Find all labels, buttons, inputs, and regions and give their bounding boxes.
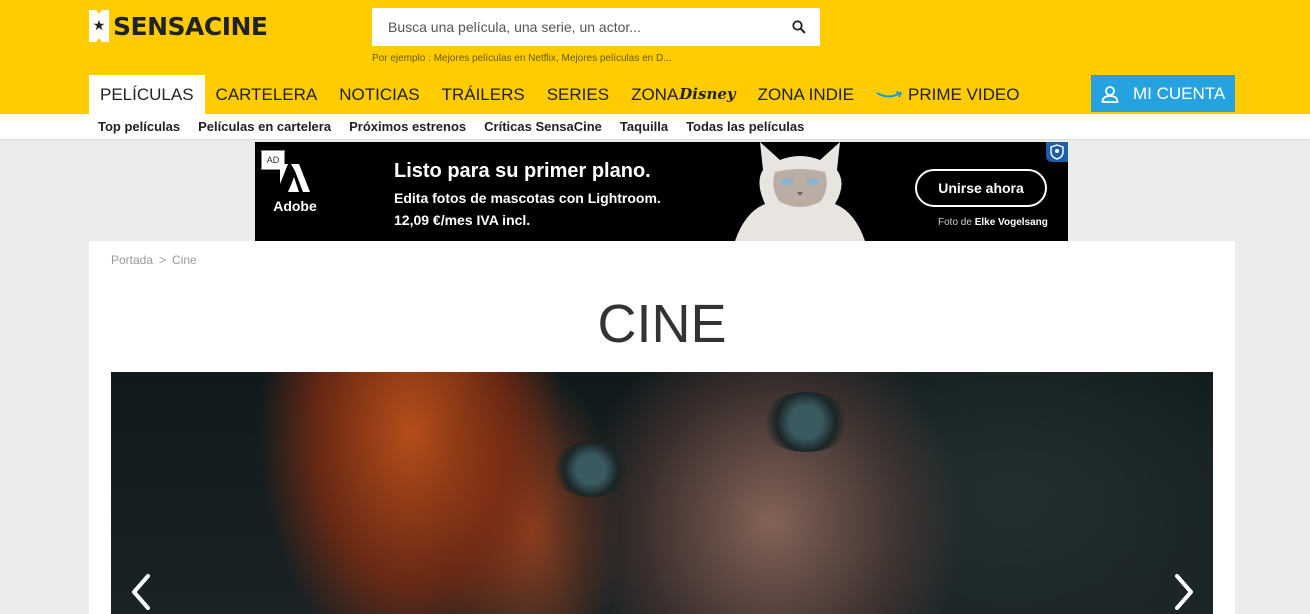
ticket-icon: ★ <box>89 10 109 42</box>
nav-item-zona-disney[interactable]: ZONA Disney <box>620 75 747 114</box>
main-content: Portada > Cine CINE <box>89 241 1235 614</box>
breadcrumb-current: Cine <box>172 253 197 267</box>
nav-item-cartelera[interactable]: CARTELERA <box>205 75 329 114</box>
nav-item-series[interactable]: SERIES <box>536 75 620 114</box>
search-input[interactable] <box>372 8 782 46</box>
nav-label: ZONA <box>631 85 679 104</box>
amazon-smile-icon <box>876 90 902 97</box>
hero-image-detail <box>761 392 851 452</box>
hero-carousel[interactable] <box>111 372 1213 614</box>
nav-label: ZONA INDIE <box>757 85 854 104</box>
disney-logo: Disney <box>679 85 736 103</box>
chevron-left-icon[interactable] <box>126 572 156 612</box>
nav-item-trailers[interactable]: TRÁILERS <box>431 75 536 114</box>
ad-brand: Adobe <box>273 198 317 214</box>
nav-label: SERIES <box>546 85 610 104</box>
ad-banner[interactable]: AD Adobe Listo para su primer plano. Edi… <box>255 142 1068 241</box>
subnav-proximos-estrenos[interactable]: Próximos estrenos <box>340 114 475 140</box>
adobe-logo: Adobe <box>271 164 319 214</box>
chevron-right-icon[interactable] <box>1169 572 1199 612</box>
nav-item-peliculas[interactable]: PELÍCULAS <box>89 75 205 114</box>
site-header: ★ SENSACINE Por ejemplo : Mejores pelícu… <box>0 0 1310 114</box>
nav-label: TRÁILERS <box>441 85 525 104</box>
subnav-taquilla[interactable]: Taquilla <box>611 114 677 140</box>
account-label: MI CUENTA <box>1133 83 1226 103</box>
hero-image-detail <box>551 442 631 497</box>
subnav-todas[interactable]: Todas las películas <box>677 114 813 140</box>
nav-label: CARTELERA <box>215 85 318 104</box>
user-icon <box>1101 85 1119 103</box>
subnav-criticas[interactable]: Críticas SensaCine <box>475 114 611 140</box>
ad-line-2: 12,09 €/mes IVA incl. <box>394 212 531 228</box>
breadcrumb-home[interactable]: Portada <box>111 253 153 267</box>
nav-item-noticias[interactable]: NOTICIAS <box>328 75 430 114</box>
nav-label: PELÍCULAS <box>100 85 194 104</box>
ad-line-1: Edita fotos de mascotas con Lightroom. <box>394 190 661 206</box>
adobe-icon <box>280 164 310 192</box>
breadcrumb-separator: > <box>159 253 167 267</box>
cat-photo <box>735 142 865 241</box>
sub-nav: Top películas Películas en cartelera Pró… <box>0 114 1310 140</box>
ad-photo-credit: Foto de Elke Vogelsang <box>938 217 1048 228</box>
nav-label: PRIME VIDEO <box>907 85 1020 104</box>
search-icon[interactable] <box>792 20 806 34</box>
subnav-top-peliculas[interactable]: Top películas <box>89 114 189 140</box>
hero-image <box>111 372 1213 614</box>
sensacine-logo[interactable]: ★ SENSACINE <box>89 9 268 43</box>
search-box <box>372 8 820 46</box>
ad-headline: Listo para su primer plano. <box>394 160 651 182</box>
nav-item-prime-video[interactable]: PRIME VIDEO <box>865 75 1030 114</box>
search-hint: Por ejemplo : Mejores películas en Netfl… <box>372 53 672 64</box>
ad-privacy-icon[interactable] <box>1046 142 1068 162</box>
my-account-button[interactable]: MI CUENTA <box>1091 75 1235 112</box>
ad-cta-button[interactable]: Unirse ahora <box>915 169 1047 207</box>
main-nav: PELÍCULAS CARTELERA NOTICIAS TRÁILERS SE… <box>89 75 1030 114</box>
nav-item-zona-indie[interactable]: ZONA INDIE <box>747 75 865 114</box>
page-title: CINE <box>597 294 727 354</box>
nav-label: NOTICIAS <box>339 85 420 104</box>
logo-text: SENSACINE <box>113 11 268 41</box>
credit-prefix: Foto de <box>938 217 972 228</box>
breadcrumb: Portada > Cine <box>111 253 197 267</box>
credit-name: Elke Vogelsang <box>974 217 1048 228</box>
subnav-en-cartelera[interactable]: Películas en cartelera <box>189 114 340 140</box>
